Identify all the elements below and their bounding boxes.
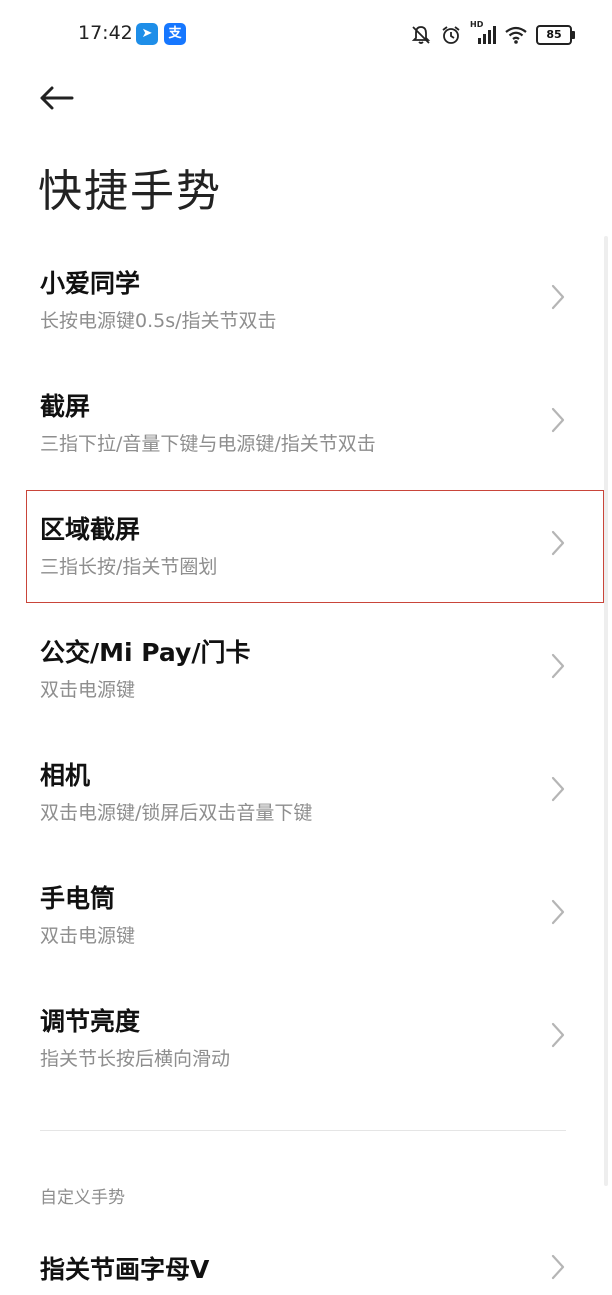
list-item-title: 指关节画字母V: [40, 1255, 210, 1284]
list-item-partial-screenshot[interactable]: 区域截屏 三指长按/指关节圈划: [0, 482, 612, 605]
status-bar: 17:42 ➤ 支 HD 85: [0, 0, 612, 70]
list-item-title: 调节亮度: [40, 1007, 141, 1036]
chevron-right-icon: [551, 407, 565, 433]
battery-indicator: 85: [536, 25, 575, 45]
list-item-screenshot[interactable]: 截屏 三指下拉/音量下键与电源键/指关节双击: [0, 359, 612, 482]
chevron-right-icon: [551, 1254, 565, 1280]
chevron-right-icon: [551, 653, 565, 679]
chevron-right-icon: [551, 899, 565, 925]
back-button[interactable]: [36, 78, 84, 118]
list-item-title: 相机: [40, 761, 91, 790]
chevron-right-icon: [551, 284, 565, 310]
list-item-title: 手电筒: [40, 884, 116, 913]
list-item-knuckle-v[interactable]: 指关节画字母V: [0, 1222, 612, 1295]
list-item-subtitle: 双击电源键/锁屏后双击音量下键: [40, 802, 313, 824]
paper-plane-icon: ➤: [136, 23, 158, 45]
wifi-icon: [505, 26, 527, 44]
list-item-subtitle: 指关节长按后横向滑动: [40, 1048, 231, 1070]
chevron-right-icon: [551, 776, 565, 802]
list-item-subtitle: 长按电源键0.5s/指关节双击: [40, 310, 277, 332]
list-item-subtitle: 三指长按/指关节圈划: [40, 556, 218, 578]
list-item-mi-pay[interactable]: 公交/Mi Pay/门卡 双击电源键: [0, 605, 612, 728]
list-item-title: 公交/Mi Pay/门卡: [40, 638, 251, 667]
list-item-camera[interactable]: 相机 双击电源键/锁屏后双击音量下键: [0, 728, 612, 851]
list-item-xiaoai[interactable]: 小爱同学 长按电源键0.5s/指关节双击: [0, 236, 612, 359]
chevron-right-icon: [551, 530, 565, 556]
list-item-title: 截屏: [40, 392, 91, 421]
chevron-right-icon: [551, 1022, 565, 1048]
list-item-title: 区域截屏: [40, 515, 141, 544]
section-divider: [40, 1130, 566, 1131]
page-title: 快捷手势: [38, 166, 222, 217]
list-item-subtitle: 三指下拉/音量下键与电源键/指关节双击: [40, 433, 376, 455]
list-item-subtitle: 双击电源键: [40, 679, 136, 701]
list-item-title: 小爱同学: [40, 269, 141, 298]
list-item-subtitle: 双击电源键: [40, 925, 136, 947]
list-item-brightness[interactable]: 调节亮度 指关节长按后横向滑动: [0, 974, 612, 1097]
status-time: 17:42: [78, 22, 133, 44]
alipay-icon: 支: [164, 23, 186, 45]
cell-signal-icon: HD: [470, 20, 496, 46]
status-icons: HD 85: [410, 20, 575, 48]
list-item-flashlight[interactable]: 手电筒 双击电源键: [0, 851, 612, 974]
back-arrow-icon: [40, 86, 74, 110]
bell-off-icon: [411, 26, 431, 44]
alarm-icon: [442, 26, 460, 44]
section-header-custom: 自定义手势: [40, 1188, 125, 1208]
